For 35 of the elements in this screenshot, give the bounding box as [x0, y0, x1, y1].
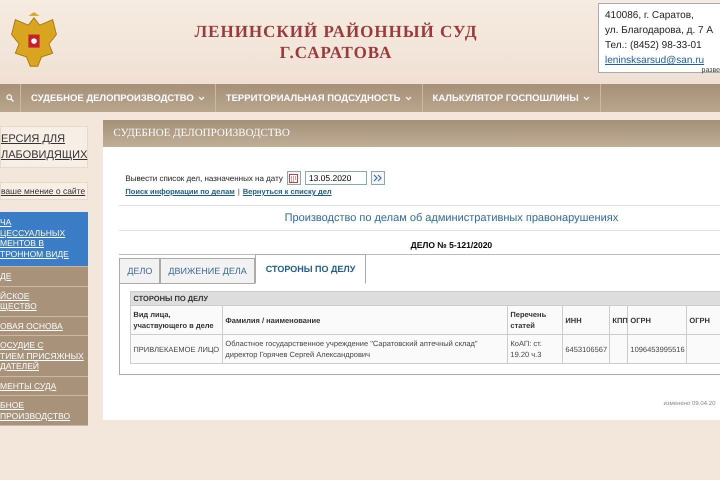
address-line: 410086, г. Саратов, — [605, 9, 695, 23]
tab[interactable]: СТОРОНЫ ПО ДЕЛУ — [254, 254, 366, 284]
sidebar-menu-item[interactable]: ОВАЯ ОСНОВА — [0, 316, 88, 336]
caret-icon — [404, 96, 412, 100]
search-icon — [6, 94, 14, 102]
table-cell — [610, 334, 628, 364]
case-category: Производство по делам об административных правонарушениях — [119, 205, 720, 231]
sidebar-menu-item[interactable]: БНОЕ ПРОИЗВОДСТВО — [0, 396, 88, 426]
email-link[interactable]: leninsksarsud@san.ru — [605, 55, 704, 66]
nav-menu-item[interactable]: СУДЕБНОЕ ДЕЛОПРОИЗВОДСТВО — [21, 84, 216, 112]
double-chevron-icon — [373, 174, 382, 182]
accessibility-link[interactable]: ЕРСИЯ ДЛЯ ЛАБОВИДЯЩИХ — [0, 126, 88, 168]
tab[interactable]: ДЕЛО — [119, 258, 160, 284]
nav-menu-item[interactable]: ТЕРРИТОРИАЛЬНАЯ ПОДСУДНОСТЬ — [216, 84, 423, 112]
sidebar-menu-item[interactable]: МЕНТЫ СУДА — [0, 376, 88, 396]
sidebar-menu-item[interactable]: ЙСКОЕ ЩЕСТВО — [0, 286, 88, 316]
caret-icon — [582, 96, 590, 100]
court-title: Г.САРАТОВА — [278, 42, 394, 63]
sidebar-menu-item[interactable]: ОСУДИЕ С ТИЕМ ПРИСЯЖНЫХ ДАТЕЛЕЙ — [0, 336, 88, 376]
nav-menu-item[interactable]: КАЛЬКУЛЯТОР ГОСПОШЛИНЫ — [422, 84, 601, 112]
address-line: ул. Благодарова, д. 7 А — [605, 24, 714, 38]
court-title: ЛЕНИНСКИЙ РАЙОННЫЙ СУД — [193, 21, 479, 42]
date-label: Вывести список дел, назначенных на дату — [125, 174, 283, 182]
address-line: Тел.: (8452) 98-33-01 — [605, 39, 703, 53]
panel-title: СУДЕБНОЕ ДЕЛОПРОИЗВОДСТВО — [103, 120, 720, 147]
calendar-button[interactable] — [286, 171, 301, 185]
sidebar-menu-item[interactable]: ЧА ЦЕССУАЛЬНЫХ МЕНТОВ В ТРОННОМ ВИДЕ — [0, 212, 88, 267]
sidebar-menu-item[interactable]: ДЕ — [0, 267, 88, 286]
tab[interactable]: ДВИЖЕНИЕ ДЕЛА — [160, 258, 255, 284]
submit-button[interactable] — [370, 171, 385, 185]
date-field[interactable]: 13.05.2020 — [304, 171, 367, 185]
feedback-link[interactable]: ваше мнение о сайте — [0, 182, 88, 200]
caret-icon — [198, 96, 205, 100]
calendar-icon — [289, 174, 298, 182]
case-number: ДЕЛО № 5-121/2020 — [410, 240, 494, 250]
